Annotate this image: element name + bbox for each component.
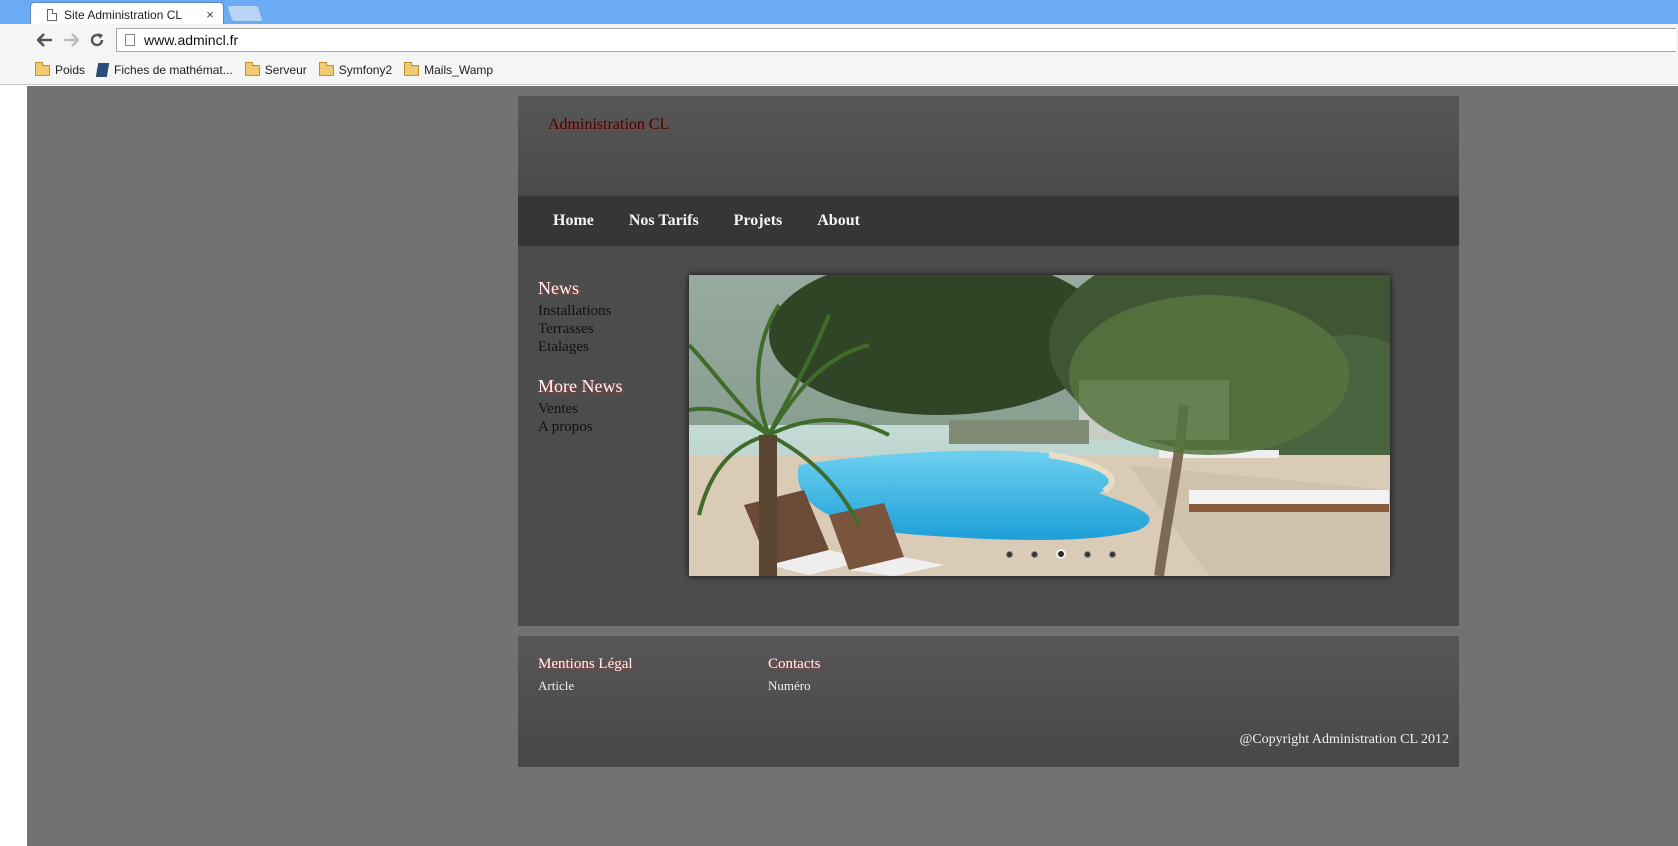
bookmark-label: Serveur — [264, 63, 307, 77]
sidebar-link-installations[interactable]: Installations — [538, 302, 622, 320]
footer-link-article[interactable]: Article — [538, 678, 574, 693]
bookmark-label: Symfony2 — [338, 63, 393, 77]
bookmark-poids[interactable]: Poids — [35, 61, 86, 77]
forward-button[interactable] — [58, 27, 84, 53]
nav-home[interactable]: Home — [553, 212, 594, 230]
site-header: Administration CL — [518, 96, 1459, 196]
slider-dot-5[interactable] — [1109, 550, 1116, 558]
close-tab-icon[interactable]: × — [203, 7, 217, 22]
site-container: Administration CL Home Nos Tarifs Projet… — [518, 96, 1459, 767]
tab-strip: Site Administration CL × — [0, 0, 1678, 26]
page-icon — [47, 8, 57, 21]
new-tab-button[interactable] — [226, 5, 264, 22]
nav-about[interactable]: About — [817, 212, 860, 230]
more-news-group: More News Ventes A propos — [538, 376, 622, 436]
bookmark-mails-wamp[interactable]: Mails_Wamp — [404, 61, 494, 77]
reload-icon — [90, 33, 104, 47]
footer-contacts: Contacts Numéro — [768, 656, 821, 695]
copyright-text: @Copyright Administration CL 2012 — [1239, 732, 1449, 747]
bookmark-serveur[interactable]: Serveur — [244, 61, 307, 77]
arrow-left-icon — [37, 33, 52, 47]
footer-legal: Mentions Légal Article — [538, 656, 633, 695]
nav-projets[interactable]: Projets — [734, 212, 783, 230]
folder-icon — [244, 61, 260, 76]
slider-dot-4[interactable] — [1084, 550, 1091, 558]
page-background: Administration CL Home Nos Tarifs Projet… — [27, 86, 1678, 846]
footer-link-numero[interactable]: Numéro — [768, 678, 811, 693]
image-slider[interactable] — [689, 275, 1390, 576]
pool-photo — [689, 275, 1390, 576]
url-text: www.admincl.fr — [144, 32, 239, 48]
bookmark-label: Mails_Wamp — [424, 63, 494, 77]
tab-title: Site Administration CL — [64, 7, 183, 22]
bookmark-label: Poids — [55, 63, 86, 77]
back-button[interactable] — [32, 27, 58, 53]
site-title: Administration CL — [548, 116, 670, 133]
browser-tab[interactable]: Site Administration CL × — [30, 2, 224, 26]
main-nav: Home Nos Tarifs Projets About — [518, 196, 1459, 246]
address-bar[interactable]: www.admincl.fr — [116, 28, 1676, 52]
book-icon — [95, 63, 110, 77]
bookmark-symfony2[interactable]: Symfony2 — [318, 61, 393, 77]
reload-button[interactable] — [84, 27, 110, 53]
sidebar-link-etalages[interactable]: Etalages — [538, 338, 622, 356]
slider-dot-3[interactable] — [1056, 549, 1066, 559]
sidebar: News Installations Terrasses Etalages Mo… — [538, 278, 622, 436]
sidebar-link-terrasses[interactable]: Terrasses — [538, 320, 622, 338]
bookmark-fiches[interactable]: Fiches de mathémat... — [95, 63, 233, 77]
news-heading: News — [538, 278, 579, 298]
more-news-heading: More News — [538, 376, 623, 396]
arrow-right-icon — [64, 33, 79, 47]
folder-icon — [35, 61, 50, 76]
footer-legal-heading: Mentions Légal — [538, 656, 633, 672]
browser-viewport: Administration CL Home Nos Tarifs Projet… — [0, 86, 1678, 846]
main-content: News Installations Terrasses Etalages Mo… — [518, 246, 1459, 626]
folder-icon — [404, 61, 420, 76]
bookmark-label: Fiches de mathémat... — [114, 63, 233, 77]
slider-pagination — [1006, 549, 1134, 559]
folder-icon — [318, 61, 334, 76]
sidebar-link-ventes[interactable]: Ventes — [538, 400, 622, 418]
page-icon — [125, 34, 135, 46]
browser-toolbar: www.admincl.fr — [0, 24, 1678, 56]
site-footer: Mentions Légal Article Contacts Numéro @… — [518, 636, 1459, 767]
nav-nos-tarifs[interactable]: Nos Tarifs — [629, 212, 699, 230]
slider-dot-2[interactable] — [1031, 550, 1038, 558]
sidebar-link-a-propos[interactable]: A propos — [538, 418, 622, 436]
slider-dot-1[interactable] — [1006, 550, 1013, 558]
footer-contacts-heading: Contacts — [768, 656, 821, 672]
bookmarks-bar: Poids Fiches de mathémat... Serveur Symf… — [0, 56, 1678, 85]
